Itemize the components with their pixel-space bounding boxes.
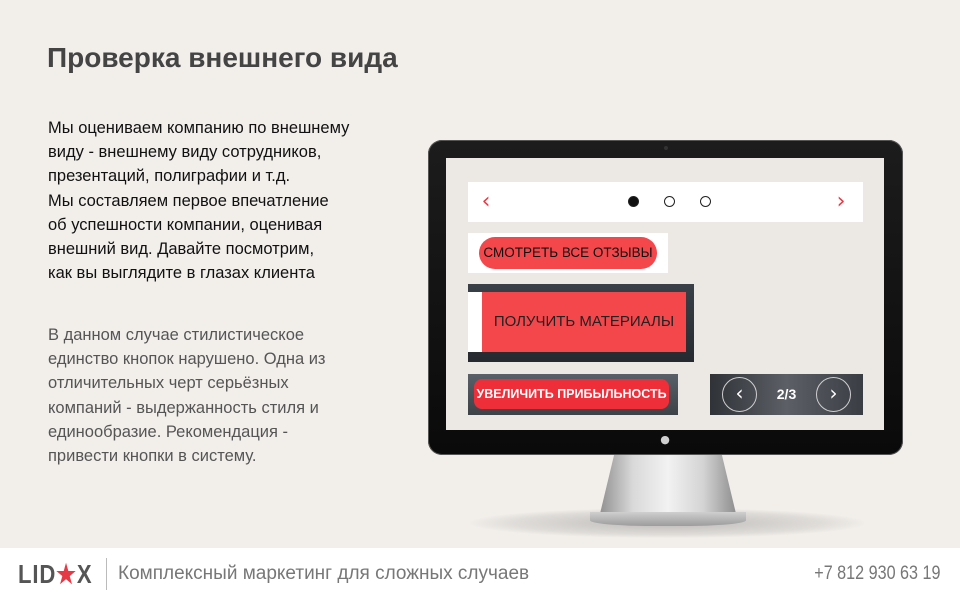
text-line: привести кнопки в систему. (48, 447, 257, 466)
text-line: Мы оцениваем компанию по внешнему (48, 119, 350, 137)
text-line: как вы выглядите в глазах клиента (48, 264, 315, 283)
text-line: единство кнопок нарушено. Одна из (48, 350, 326, 369)
chevron-right-icon[interactable]: › (816, 377, 851, 412)
footer-phone: +7 812 930 63 19 (813, 563, 940, 584)
button-edge (468, 292, 482, 352)
text-line: виду - внешнему виду сотрудников, (48, 143, 322, 162)
text-line: компаний - выдержанность стиля и (48, 398, 319, 417)
pager: 2/3 ‹ › (710, 374, 863, 415)
recommendation-paragraph: В данном случае стилистическое единство … (48, 323, 378, 468)
chevron-left-icon[interactable]: ‹ (476, 191, 496, 213)
slider-dot-2[interactable] (664, 196, 675, 207)
footer-tagline: Комплексный маркетинг для сложных случае… (118, 563, 530, 584)
text-line: презентаций, полиграфии и т.д. (48, 167, 291, 186)
slider-dot-3[interactable] (700, 196, 711, 207)
reviews-button-container: СМОТРЕТЬ ВСЕ ОТЗЫВЫ (468, 233, 668, 273)
get-materials-button[interactable]: ПОЛУЧИТЬ МАТЕРИАЛЫ (482, 292, 686, 352)
apple-logo-icon: ● (660, 433, 670, 446)
star-icon: ★ (56, 559, 77, 589)
lidex-logo: LID★X (18, 560, 92, 588)
slide-title: Проверка внешнего вида (47, 42, 398, 73)
monitor-stand-base (590, 512, 746, 526)
text-line: В данном случае стилистическое (48, 326, 305, 344)
logo-text-right: X (76, 559, 93, 589)
profit-button-container: УВЕЛИЧИТЬ ПРИБЫЛЬНОСТЬ (468, 374, 678, 415)
view-all-reviews-button[interactable]: СМОТРЕТЬ ВСЕ ОТЗЫВЫ (479, 237, 657, 269)
materials-button-container: ПОЛУЧИТЬ МАТЕРИАЛЫ (468, 284, 694, 362)
text-line: об успешности компании, оценивая (48, 215, 323, 234)
text-line: отличительных черт серьёзных (48, 374, 289, 393)
slider-bar: ‹ › (468, 182, 863, 222)
chevron-right-icon[interactable]: › (831, 191, 851, 213)
footer: LID★X Комплексный маркетинг для сложных … (0, 548, 960, 600)
slider-dot-1[interactable] (628, 196, 639, 207)
text-line: внешний вид. Давайте посмотрим, (48, 240, 315, 259)
chevron-left-icon[interactable]: ‹ (722, 377, 757, 412)
intro-paragraph: Мы оцениваем компанию по внешнему виду -… (48, 116, 398, 285)
logo-text-left: LID (18, 559, 57, 589)
footer-divider (106, 558, 107, 590)
text-line: единообразие. Рекомендация - (48, 422, 289, 441)
text-line: Мы составляем первое впечатление (48, 191, 329, 210)
increase-profit-button[interactable]: УВЕЛИЧИТЬ ПРИБЫЛЬНОСТЬ (474, 379, 669, 409)
camera-icon (664, 146, 668, 150)
